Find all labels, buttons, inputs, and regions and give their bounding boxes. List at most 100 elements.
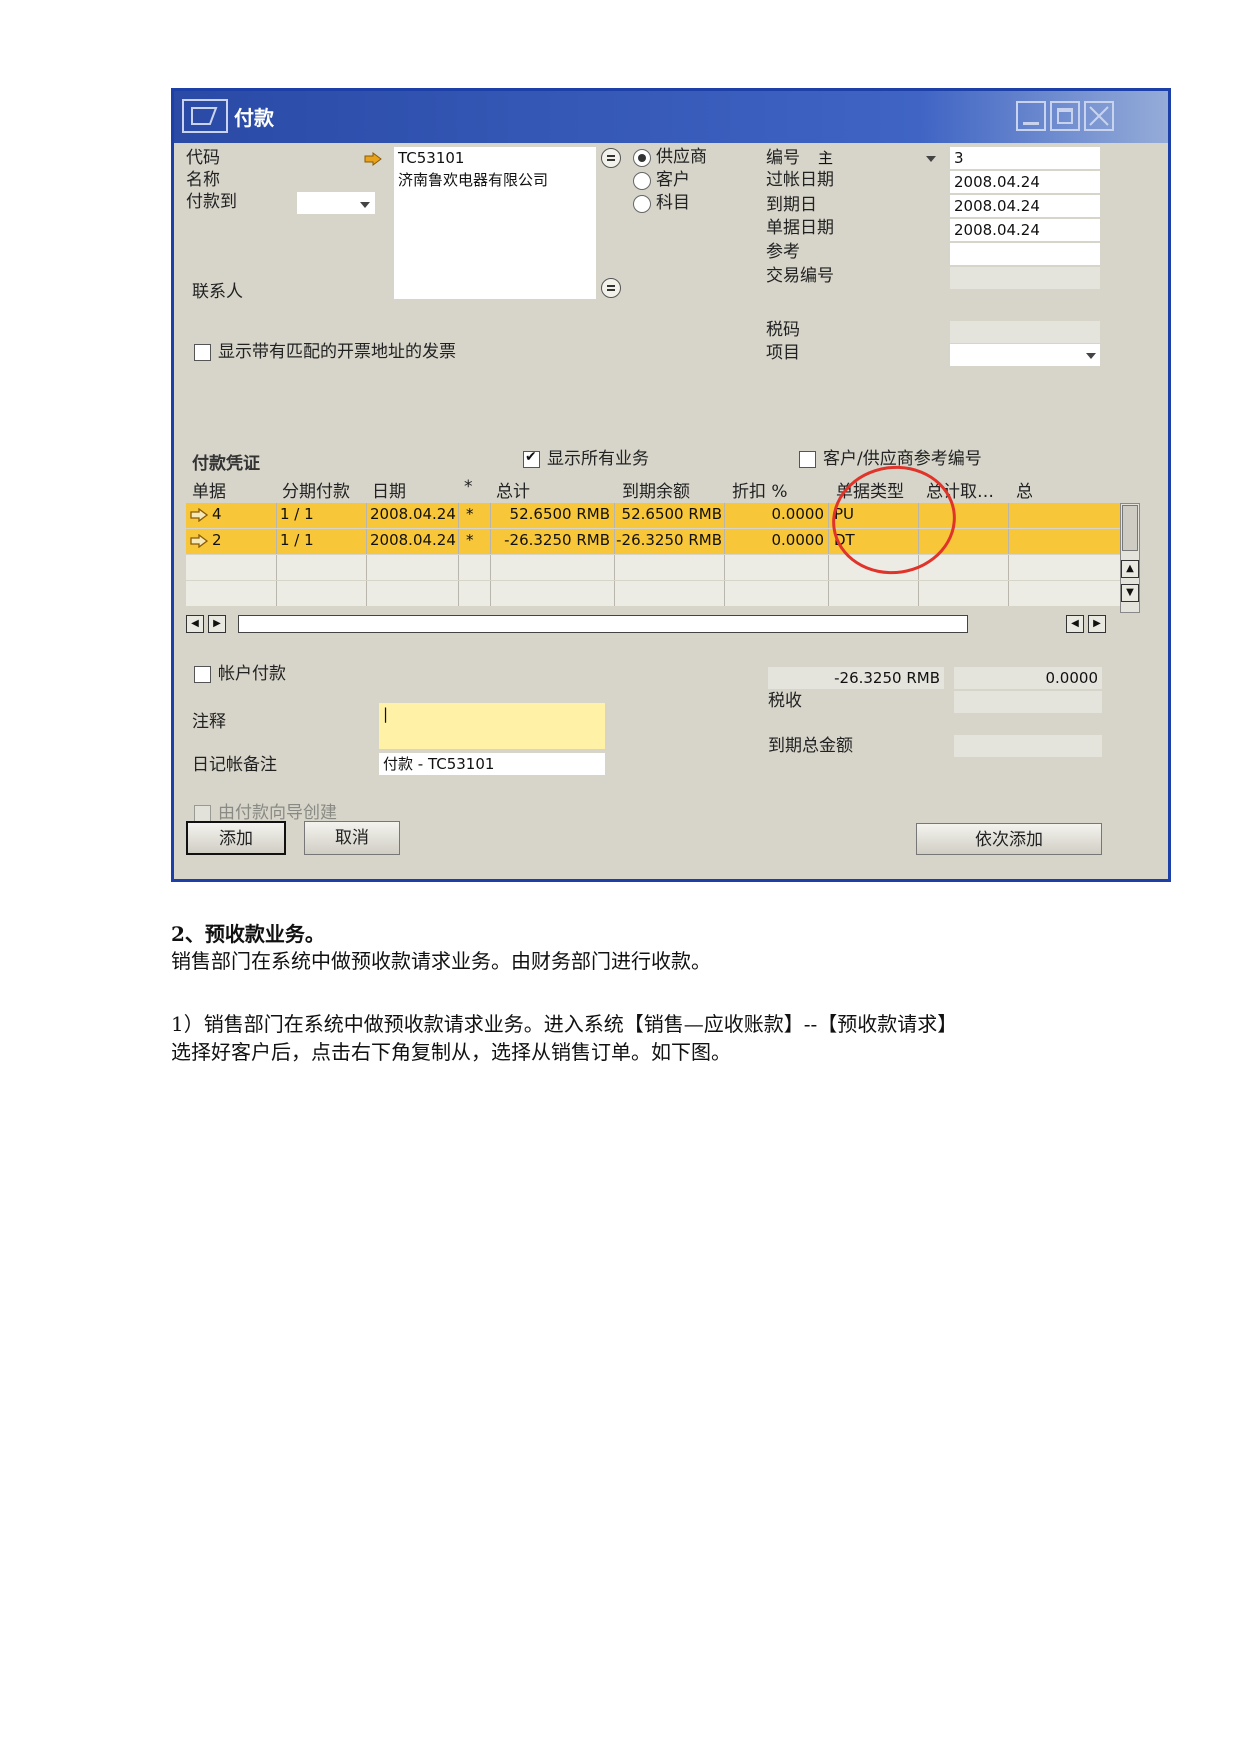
posting-date-label: 过帐日期 bbox=[766, 170, 834, 190]
radio-account-label: 科目 bbox=[656, 193, 690, 213]
radio-vendor[interactable] bbox=[633, 149, 651, 167]
project-dropdown[interactable] bbox=[950, 344, 1100, 366]
cell-date: 2008.04.24 bbox=[370, 505, 456, 523]
col-doc[interactable]: 单据 bbox=[192, 477, 226, 502]
doc-paragraph-3: 选择好客户后，点击右下角复制从，选择从销售订单。如下图。 bbox=[171, 1040, 731, 1064]
tax-code-field[interactable] bbox=[950, 321, 1100, 343]
radio-account[interactable] bbox=[633, 195, 651, 213]
scroll-left-icon[interactable]: ◀ bbox=[186, 615, 204, 633]
doc-date-label: 单据日期 bbox=[766, 218, 834, 238]
cell-date: 2008.04.24 bbox=[370, 531, 456, 549]
cell-installment: 1 / 1 bbox=[280, 505, 314, 523]
number-field[interactable]: 3 bbox=[950, 147, 1100, 169]
col-balance-due[interactable]: 到期余额 bbox=[622, 477, 690, 502]
maximize-button[interactable] bbox=[1050, 101, 1080, 131]
code-field[interactable]: TC53101 bbox=[394, 147, 596, 169]
payment-window: 付款 代码 TC53101 名称 济南鲁欢电器有限公司 付款到 联系人 显示带有… bbox=[171, 88, 1171, 882]
close-button[interactable] bbox=[1084, 101, 1114, 131]
total-right-field: 0.0000 bbox=[954, 667, 1102, 689]
account-payment-checkbox[interactable] bbox=[194, 666, 211, 683]
doc-date-field[interactable]: 2008.04.24 bbox=[950, 219, 1100, 241]
link-arrow-icon[interactable] bbox=[190, 534, 208, 548]
project-label: 项目 bbox=[766, 343, 800, 363]
col-date[interactable]: 日期 bbox=[372, 477, 406, 502]
scroll-left-icon[interactable]: ◀ bbox=[1066, 615, 1084, 633]
cell-total: -26.3250 RMB bbox=[504, 531, 610, 549]
cell-total: 52.6500 RMB bbox=[509, 505, 610, 523]
cell-doc: 2 bbox=[212, 531, 222, 549]
tax-field bbox=[954, 691, 1102, 713]
link-arrow-icon[interactable] bbox=[190, 508, 208, 522]
add-in-sequence-button[interactable]: 依次添加 bbox=[916, 823, 1102, 855]
cell-star: * bbox=[466, 505, 474, 523]
show-all-label: 显示所有业务 bbox=[547, 449, 649, 469]
table-row[interactable] bbox=[186, 555, 1120, 580]
scroll-thumb[interactable] bbox=[1122, 505, 1138, 551]
show-invoices-label: 显示带有匹配的开票地址的发票 bbox=[218, 342, 456, 362]
title-bar: 付款 bbox=[174, 91, 1168, 143]
scroll-up-icon[interactable]: ▲ bbox=[1121, 560, 1139, 578]
document-icon bbox=[182, 99, 228, 133]
col-star[interactable]: * bbox=[464, 477, 473, 497]
cell-doc: 4 bbox=[212, 505, 222, 523]
remarks-label: 注释 bbox=[192, 712, 226, 732]
scroll-right-icon[interactable]: ▶ bbox=[1088, 615, 1106, 633]
scroll-down-icon[interactable]: ▼ bbox=[1121, 584, 1139, 602]
table-row[interactable]: 2 1 / 1 2008.04.24 * -26.3250 RMB -26.32… bbox=[186, 529, 1120, 554]
cell-star: * bbox=[466, 531, 474, 549]
radio-customer[interactable] bbox=[633, 172, 651, 190]
doc-paragraph-1: 销售部门在系统中做预收款请求业务。由财务部门进行收款。 bbox=[171, 949, 711, 973]
table-row[interactable] bbox=[186, 581, 1120, 606]
ref-no-checkbox[interactable] bbox=[799, 451, 816, 468]
account-payment-label: 帐户付款 bbox=[218, 664, 286, 684]
transaction-no-field bbox=[950, 267, 1100, 289]
series-dropdown[interactable]: 主 bbox=[814, 147, 940, 169]
table-row[interactable]: 4 1 / 1 2008.04.24 * 52.6500 RMB 52.6500… bbox=[186, 503, 1120, 528]
col-installment[interactable]: 分期付款 bbox=[282, 477, 350, 502]
choose-from-list-icon[interactable] bbox=[601, 148, 621, 168]
show-invoices-checkbox[interactable] bbox=[194, 344, 211, 361]
reference-label: 参考 bbox=[766, 242, 800, 262]
cancel-button[interactable]: 取消 bbox=[304, 821, 400, 855]
reference-field[interactable] bbox=[950, 243, 1100, 265]
number-label: 编号 bbox=[766, 148, 800, 168]
contact-label: 联系人 bbox=[192, 282, 243, 302]
col-total[interactable]: 总计 bbox=[496, 477, 530, 502]
name-field[interactable]: 济南鲁欢电器有限公司 bbox=[394, 169, 596, 191]
add-button[interactable]: 添加 bbox=[186, 821, 286, 855]
series-value: 主 bbox=[818, 149, 834, 167]
link-arrow-icon[interactable] bbox=[364, 152, 382, 166]
total-due-field bbox=[954, 735, 1102, 757]
total-amount-field: -26.3250 RMB bbox=[768, 667, 944, 689]
window-title: 付款 bbox=[234, 106, 274, 130]
cell-discount: 0.0000 bbox=[771, 531, 825, 549]
posting-date-field[interactable]: 2008.04.24 bbox=[950, 171, 1100, 193]
due-date-label: 到期日 bbox=[766, 195, 817, 215]
scroll-track[interactable] bbox=[238, 615, 968, 633]
due-date-field[interactable]: 2008.04.24 bbox=[950, 195, 1100, 217]
minimize-button[interactable] bbox=[1016, 101, 1046, 131]
contact-field[interactable] bbox=[394, 277, 596, 299]
horizontal-scrollbar[interactable]: ◀ ▶ ◀ ▶ bbox=[186, 613, 1122, 635]
pay-to-label: 付款到 bbox=[186, 192, 237, 212]
pay-to-address[interactable] bbox=[394, 191, 596, 289]
scroll-right-icon[interactable]: ▶ bbox=[208, 615, 226, 633]
transaction-no-label: 交易编号 bbox=[766, 266, 834, 286]
radio-customer-label: 客户 bbox=[656, 170, 690, 190]
close-icon bbox=[1089, 106, 1109, 126]
grid-header: 单据 分期付款 日期 * 总计 到期余额 折扣 % 单据类型 总计取… 总 bbox=[186, 473, 1120, 503]
col-total-more[interactable]: 总 bbox=[1016, 477, 1032, 502]
show-all-checkbox[interactable] bbox=[523, 449, 540, 468]
vertical-scrollbar[interactable]: ▲ ▼ bbox=[1120, 503, 1140, 613]
chevron-down-icon bbox=[1086, 353, 1096, 359]
contact-list-icon[interactable] bbox=[601, 278, 621, 298]
payment-docs-title: 付款凭证 bbox=[192, 454, 260, 474]
cell-installment: 1 / 1 bbox=[280, 531, 314, 549]
doc-heading: 2、预收款业务。 bbox=[171, 922, 325, 946]
remarks-field[interactable]: | bbox=[379, 703, 605, 749]
col-discount[interactable]: 折扣 % bbox=[732, 477, 788, 502]
cell-discount: 0.0000 bbox=[771, 505, 825, 523]
doc-paragraph-2: 1）销售部门在系统中做预收款请求业务。进入系统【销售—应收账款】--【预收款请求… bbox=[171, 1012, 958, 1036]
journal-remark-field[interactable]: 付款 - TC53101 bbox=[379, 753, 605, 775]
tax-label: 税收 bbox=[768, 691, 802, 711]
